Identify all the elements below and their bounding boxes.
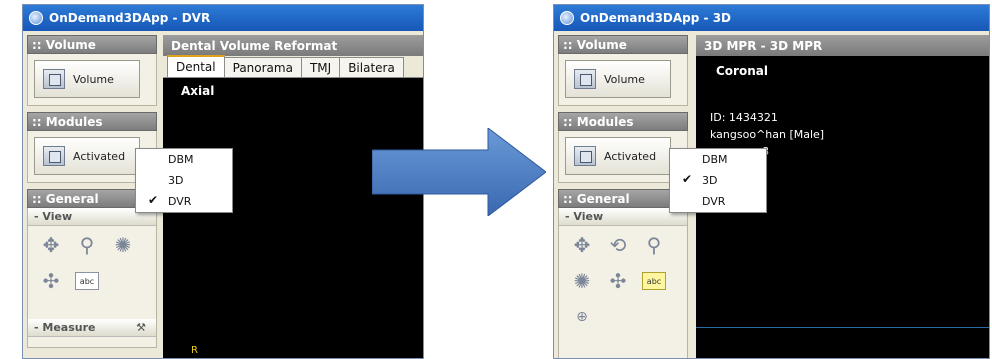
zoom-icon[interactable]: ⚲ bbox=[72, 230, 102, 260]
general-group-body: - View ✥ ⟲ ⚲ ✺ ✣ abc ⊕ bbox=[558, 208, 688, 358]
left-title-bar[interactable]: OnDemand3DApp - DVR bbox=[23, 5, 423, 31]
panel-divider bbox=[696, 327, 989, 328]
menu-item-dbm[interactable]: DBM bbox=[670, 149, 766, 170]
tools-icon: ⚒ bbox=[136, 321, 146, 334]
view-label-coronal: Coronal bbox=[696, 56, 989, 78]
window-title: OnDemand3DApp - DVR bbox=[49, 11, 211, 25]
checkmark-icon: ✔ bbox=[682, 172, 693, 186]
volume-group-body: Volume bbox=[558, 54, 688, 106]
app-icon bbox=[29, 11, 43, 25]
orientation-marker: R bbox=[191, 345, 198, 356]
tab-tmj[interactable]: TMJ bbox=[300, 57, 341, 77]
menu-item-label: DBM bbox=[702, 153, 728, 166]
volume-button[interactable]: Volume bbox=[34, 60, 140, 98]
right-title-bar[interactable]: OnDemand3DApp - 3D bbox=[554, 5, 989, 31]
reset-icon[interactable]: ⊕ bbox=[567, 302, 597, 332]
view-label-axial: Axial bbox=[163, 78, 423, 98]
window-level-icon[interactable]: ✺ bbox=[108, 230, 138, 260]
volume-button-label: Volume bbox=[73, 72, 114, 86]
modules-activated-button[interactable]: Activated bbox=[565, 137, 671, 175]
measure-label: - Measure bbox=[34, 321, 96, 334]
pan-icon[interactable]: ✥ bbox=[567, 230, 597, 260]
tab-panorama[interactable]: Panorama bbox=[223, 57, 302, 77]
window-level-icon[interactable]: ✺ bbox=[567, 266, 597, 296]
module-dropdown-menu: DBM ✔ 3D DVR bbox=[669, 148, 767, 213]
menu-item-label: DVR bbox=[168, 195, 192, 208]
view-tool-grid: ✥ ⟲ ⚲ ✺ ✣ abc ⊕ bbox=[559, 226, 687, 342]
menu-item-dvr[interactable]: ✔ DVR bbox=[136, 191, 232, 212]
tab-dental[interactable]: Dental bbox=[167, 55, 225, 77]
panel-header: Dental Volume Reformat bbox=[163, 35, 423, 56]
move-icon[interactable]: ✣ bbox=[603, 266, 633, 296]
tab-bilateral[interactable]: Bilatera bbox=[339, 57, 404, 77]
annotation-icon[interactable]: abc bbox=[642, 272, 666, 290]
general-group-body: - View ✥ ⚲ ✺ ✣ abc - Measure ⚒ bbox=[27, 208, 157, 348]
transition-arrow-icon bbox=[372, 128, 546, 216]
volume-icon bbox=[43, 69, 65, 89]
module-icon bbox=[574, 146, 596, 166]
checkmark-icon: ✔ bbox=[148, 193, 159, 207]
volume-button-label: Volume bbox=[604, 72, 645, 86]
window-title: OnDemand3DApp - 3D bbox=[580, 11, 732, 25]
volume-button[interactable]: Volume bbox=[565, 60, 671, 98]
menu-item-dvr[interactable]: DVR bbox=[670, 191, 766, 212]
pan-icon[interactable]: ✥ bbox=[36, 230, 66, 260]
rotate-icon[interactable]: ✣ bbox=[36, 266, 66, 296]
annotation-icon[interactable]: abc bbox=[75, 272, 99, 290]
rotate-icon[interactable]: ⟲ bbox=[603, 230, 633, 260]
menu-item-label: DBM bbox=[168, 153, 194, 166]
comparison-scene: OnDemand3DApp - DVR :: Volume Volume :: … bbox=[0, 0, 992, 359]
modules-button-label: Activated bbox=[604, 149, 657, 163]
view-tool-grid: ✥ ⚲ ✺ ✣ abc bbox=[28, 226, 156, 306]
patient-id: ID: 1434321 bbox=[710, 111, 778, 124]
zoom-icon[interactable]: ⚲ bbox=[639, 230, 669, 260]
app-icon bbox=[560, 11, 574, 25]
volume-group-header[interactable]: :: Volume bbox=[27, 35, 157, 54]
menu-item-3d[interactable]: ✔ 3D bbox=[670, 170, 766, 191]
modules-group-header[interactable]: :: Modules bbox=[558, 112, 688, 131]
panel-header: 3D MPR - 3D MPR bbox=[696, 35, 989, 56]
menu-item-label: 3D bbox=[702, 174, 718, 187]
view-subheader[interactable]: - View bbox=[559, 208, 687, 226]
menu-item-3d[interactable]: 3D bbox=[136, 170, 232, 191]
modules-group-header[interactable]: :: Modules bbox=[27, 112, 157, 131]
modules-activated-button[interactable]: Activated bbox=[34, 137, 140, 175]
volume-icon bbox=[574, 69, 596, 89]
module-dropdown-menu: DBM 3D ✔ DVR bbox=[135, 148, 233, 213]
menu-item-label: 3D bbox=[168, 174, 184, 187]
tab-bar: Dental Panorama TMJ Bilatera bbox=[163, 55, 423, 78]
measure-subheader[interactable]: - Measure ⚒ bbox=[28, 319, 156, 337]
menu-item-dbm[interactable]: DBM bbox=[136, 149, 232, 170]
right-app-window: OnDemand3DApp - 3D :: Volume Volume :: M… bbox=[553, 4, 990, 359]
modules-button-label: Activated bbox=[73, 149, 126, 163]
volume-group-header[interactable]: :: Volume bbox=[558, 35, 688, 54]
volume-group-body: Volume bbox=[27, 54, 157, 106]
patient-name: kangsoo^han [Male] bbox=[710, 128, 825, 141]
left-app-window: OnDemand3DApp - DVR :: Volume Volume :: … bbox=[22, 4, 424, 359]
module-icon bbox=[43, 146, 65, 166]
menu-item-label: DVR bbox=[702, 195, 726, 208]
